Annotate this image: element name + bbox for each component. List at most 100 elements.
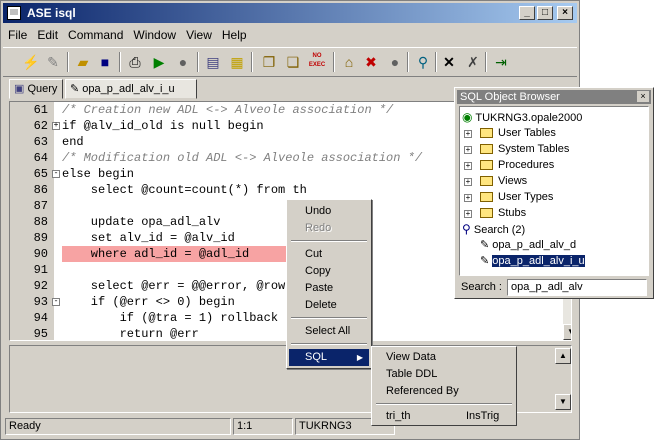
folder-icon	[480, 160, 493, 171]
stop-icon[interactable]: ●	[173, 52, 193, 72]
notes-icon[interactable]: ▦	[227, 52, 247, 72]
menu-item-delete[interactable]: Delete	[289, 297, 369, 314]
menu-edit[interactable]: Edit	[32, 26, 63, 44]
results-scroll-down[interactable]: ▼	[555, 394, 571, 410]
tab-query[interactable]: ▣ Query	[9, 79, 63, 99]
code-text: else begin	[62, 167, 135, 181]
copy-icon[interactable]: ❐	[259, 52, 279, 72]
menu-item-select-all[interactable]: Select All	[289, 323, 369, 340]
code-text: where adl_id = @adl_id	[62, 246, 310, 262]
line-number: 61	[33, 103, 48, 117]
expand-icon[interactable]: +	[464, 162, 472, 170]
record-icon[interactable]: ●	[385, 52, 405, 72]
tree-result-label: opa_p_adl_alv_i_u	[492, 255, 585, 267]
code-text: if @alv_id_old is null begin	[62, 119, 264, 133]
tree-node-category[interactable]: + User Tables	[464, 125, 556, 141]
menu-window[interactable]: Window	[128, 26, 181, 44]
scroll-down-arrow[interactable]: ▼	[563, 324, 571, 340]
fold-toggle-icon[interactable]: +	[52, 122, 60, 130]
search-icon: ⚲	[462, 222, 471, 236]
tab-procedure[interactable]: ✎ opa_p_adl_alv_i_u	[65, 79, 197, 99]
menu-separator	[291, 317, 367, 319]
tree-result-node[interactable]: ✎ opa_p_adl_alv_d	[480, 237, 576, 253]
maximize-button[interactable]: □	[537, 6, 553, 20]
results-scroll-up[interactable]: ▲	[555, 348, 571, 364]
new-query-icon[interactable]: ⌂	[339, 52, 359, 72]
line-number: 92	[33, 279, 48, 293]
clear-icon[interactable]: ✖	[361, 52, 381, 72]
tree-node-category[interactable]: + System Tables	[464, 141, 569, 157]
tree-node-label: Stubs	[498, 207, 527, 219]
tree-node-label: Views	[498, 175, 528, 187]
object-tree[interactable]: ◉ TUKRNG3.opale2000 + User Tables + System …	[459, 106, 649, 276]
tree-result-label: opa_p_adl_alv_d	[492, 239, 577, 251]
sql-object-browser: SQL Object Browser × ◉ TUKRNG3.opale2000…	[454, 87, 654, 299]
menu-item-paste[interactable]: Paste	[289, 280, 369, 297]
find-icon[interactable]: ⚲	[413, 52, 433, 72]
submenu-trigger-name[interactable]: tri_th	[386, 408, 410, 424]
menu-view[interactable]: View	[181, 26, 217, 44]
noexec-icon[interactable]: NO EXEC	[305, 52, 329, 72]
tree-node-category[interactable]: + Stubs	[464, 205, 526, 221]
tree-server-label: TUKRNG3.opale2000	[475, 112, 583, 124]
expand-icon[interactable]: +	[464, 210, 472, 218]
exit-icon[interactable]: ⇥	[491, 52, 511, 72]
submenu-referenced-by[interactable]: Referenced By	[386, 383, 459, 399]
tree-node-category[interactable]: + User Types	[464, 189, 553, 205]
disconnect-icon[interactable]: ✎	[43, 52, 63, 72]
menu-command[interactable]: Command	[63, 26, 128, 44]
object-browser-close-icon[interactable]: ×	[637, 91, 649, 102]
menu-help[interactable]: Help	[217, 26, 252, 44]
query-icon: ▣	[14, 83, 25, 95]
open-folder-icon[interactable]: ▰	[73, 52, 93, 72]
line-number: 62	[33, 119, 48, 133]
folder-icon	[480, 128, 493, 139]
menu-item-copy[interactable]: Copy	[289, 263, 369, 280]
window-title: ASE isql	[27, 6, 76, 20]
line-number: 87	[33, 199, 48, 213]
menu-item-redo[interactable]: Redo	[289, 220, 369, 237]
object-search-input[interactable]: opa_p_adl_alv	[507, 279, 647, 296]
line-number: 93	[33, 295, 48, 309]
tree-node-category[interactable]: + Views	[464, 173, 527, 189]
fold-toggle-icon[interactable]: -	[52, 298, 60, 306]
tab-procedure-label: opa_p_adl_alv_i_u	[82, 83, 175, 95]
code-text: end	[62, 135, 84, 149]
connect-icon[interactable]: ⚡	[21, 52, 41, 72]
fold-toggle-icon[interactable]: -	[52, 170, 60, 178]
save-icon[interactable]: ■	[95, 52, 115, 72]
results-icon[interactable]: ▤	[203, 52, 223, 72]
menu-item-cut[interactable]: Cut	[289, 246, 369, 263]
print-icon[interactable]: ⎙	[125, 52, 145, 72]
submenu-view-data[interactable]: View Data	[386, 349, 436, 365]
menu-separator	[291, 240, 367, 242]
tree-search-label: Search (2)	[473, 224, 526, 236]
menu-item-undo[interactable]: Undo	[289, 203, 369, 220]
tree-node-category[interactable]: + Procedures	[464, 157, 554, 173]
tree-search-node[interactable]: ⚲ Search (2)	[462, 221, 525, 237]
cancel-icon[interactable]: ✗	[463, 52, 483, 72]
tree-node-label: Procedures	[498, 159, 555, 171]
code-line: 95 return @err	[10, 326, 555, 340]
status-ready: Ready	[5, 418, 231, 435]
tree-result-node-selected[interactable]: ✎ opa_p_adl_alv_i_u	[480, 253, 585, 269]
procedure-icon: ✎	[70, 83, 80, 95]
toolbar-separator	[435, 52, 437, 72]
expand-icon[interactable]: +	[464, 194, 472, 202]
expand-icon[interactable]: +	[464, 146, 472, 154]
execute-icon[interactable]: ▶	[149, 52, 169, 72]
menu-file[interactable]: File	[3, 26, 32, 44]
submenu-table-ddl[interactable]: Table DDL	[386, 366, 437, 382]
toolbar-separator	[119, 52, 121, 72]
menu-item-sql-label: SQL	[305, 351, 328, 363]
delete-icon[interactable]: ✕	[439, 52, 459, 72]
paste-icon[interactable]: ❏	[283, 52, 303, 72]
expand-icon[interactable]: +	[464, 178, 472, 186]
close-button[interactable]: ×	[557, 6, 573, 20]
menu-item-sql[interactable]: SQL ▶	[289, 349, 369, 366]
toolbar: ⚡ ✎ ▰ ■ ⎙ ▶ ● ▤ ▦ ❐ ❏ NO EXEC ⌂ ✖ ● ⚲ ✕ …	[3, 47, 577, 77]
expand-icon[interactable]: +	[464, 130, 472, 138]
tree-server-node[interactable]: ◉ TUKRNG3.opale2000	[462, 109, 582, 125]
line-number: 65	[33, 167, 48, 181]
minimize-button[interactable]: _	[519, 6, 535, 20]
